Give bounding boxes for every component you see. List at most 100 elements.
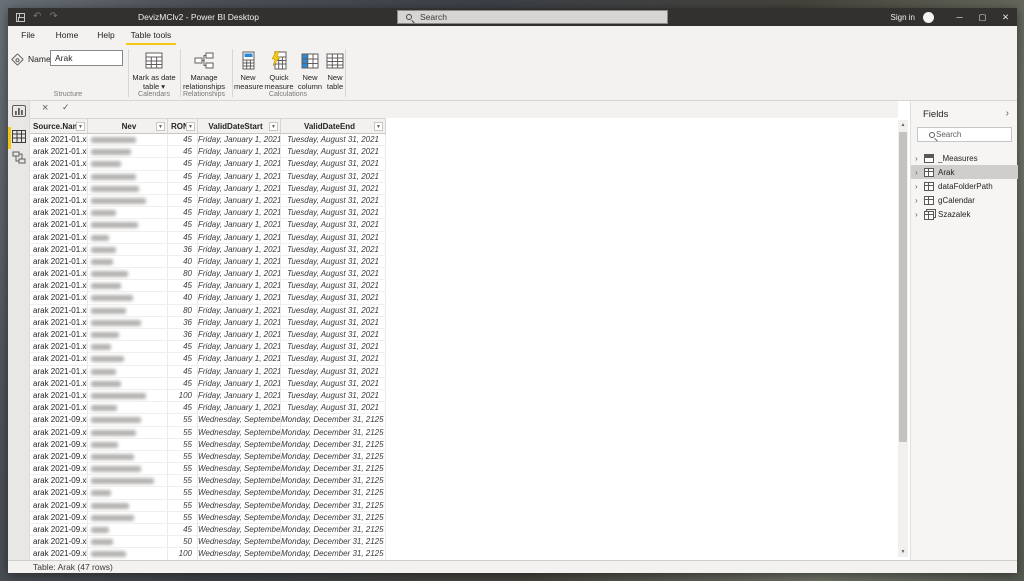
- cell-nev-redacted[interactable]: [88, 280, 168, 292]
- table-row[interactable]: arak 2021-01.xlsx 36Friday, January 1, 20…: [30, 317, 890, 329]
- close-button[interactable]: ✕: [994, 8, 1017, 26]
- commit-edit-icon[interactable]: ✓: [62, 102, 70, 113]
- cell-valid-date-start[interactable]: Wednesday, September 1, 2021: [198, 439, 281, 451]
- cell-ron[interactable]: 55: [168, 475, 198, 487]
- cell-valid-date-start[interactable]: Wednesday, September 1, 2021: [198, 512, 281, 524]
- cell-source-name[interactable]: arak 2021-01.xlsx: [30, 195, 88, 207]
- cell-ron[interactable]: 80: [168, 268, 198, 280]
- cell-ron[interactable]: 100: [168, 548, 198, 560]
- table-name-input[interactable]: [50, 50, 123, 66]
- table-row[interactable]: arak 2021-01.xlsx40Friday, January 1, 20…: [30, 256, 890, 268]
- table-row[interactable]: arak 2021-01.xlsx45Friday, January 1, 20…: [30, 134, 890, 146]
- cell-valid-date-end[interactable]: Tuesday, August 31, 2021: [281, 244, 386, 256]
- cell-valid-date-end[interactable]: Tuesday, August 31, 2021: [281, 390, 386, 402]
- cell-valid-date-start[interactable]: Friday, January 1, 2021: [198, 268, 281, 280]
- table-row[interactable]: arak 2021-09.xlsx55Wednesday, September …: [30, 500, 890, 512]
- quick-measure-button[interactable]: Quick measure: [264, 49, 294, 91]
- cell-source-name[interactable]: arak 2021-01.xlsx: [30, 305, 88, 317]
- cell-ron[interactable]: 45: [168, 280, 198, 292]
- cell-valid-date-end[interactable]: Tuesday, August 31, 2021: [281, 317, 386, 329]
- cell-valid-date-end[interactable]: Monday, December 31, 2125: [281, 548, 386, 560]
- table-row[interactable]: arak 2021-01.xlsx45Friday, January 1, 20…: [30, 366, 890, 378]
- table-row[interactable]: arak 2021-09.xlsx55Wednesday, September …: [30, 475, 890, 487]
- cell-source-name[interactable]: arak 2021-01.xlsx: [30, 219, 88, 231]
- new-table-button[interactable]: New table: [322, 49, 348, 91]
- cell-valid-date-end[interactable]: Monday, December 31, 2125: [281, 475, 386, 487]
- cell-ron[interactable]: 55: [168, 463, 198, 475]
- maximize-button[interactable]: ▢: [971, 8, 994, 26]
- cell-ron[interactable]: 45: [168, 158, 198, 170]
- cell-nev-redacted[interactable]: [88, 500, 168, 512]
- cell-valid-date-end[interactable]: Monday, December 31, 2125: [281, 512, 386, 524]
- cell-source-name[interactable]: arak 2021-01.xlsx: [30, 378, 88, 390]
- table-row[interactable]: arak 2021-01.xlsx100Friday, January 1, 2…: [30, 390, 890, 402]
- table-row[interactable]: arak 2021-01.xlsx45Friday, January 1, 20…: [30, 183, 890, 195]
- cell-source-name[interactable]: arak 2021-01.xlsx: [30, 268, 88, 280]
- cell-valid-date-start[interactable]: Friday, January 1, 2021: [198, 158, 281, 170]
- cell-valid-date-start[interactable]: Wednesday, September 1, 2021: [198, 524, 281, 536]
- cell-valid-date-end[interactable]: Tuesday, August 31, 2021: [281, 146, 386, 158]
- cell-valid-date-end[interactable]: Monday, December 31, 2125: [281, 427, 386, 439]
- cell-nev-redacted[interactable]: [88, 463, 168, 475]
- table-row[interactable]: arak 2021-01.xlsx45Friday, January 1, 20…: [30, 171, 890, 183]
- cell-valid-date-start[interactable]: Friday, January 1, 2021: [198, 317, 281, 329]
- cell-valid-date-start[interactable]: Friday, January 1, 2021: [198, 402, 281, 414]
- cell-valid-date-end[interactable]: Monday, December 31, 2125: [281, 487, 386, 499]
- table-row[interactable]: arak 2021-01.xlsx45Friday, January 1, 20…: [30, 402, 890, 414]
- field-item-measures[interactable]: ›_Measures: [911, 151, 1018, 165]
- cell-source-name[interactable]: arak 2021-01.xlsx: [30, 171, 88, 183]
- cell-source-name[interactable]: arak 2021-01.xlsx: [30, 256, 88, 268]
- cell-valid-date-start[interactable]: Friday, January 1, 2021: [198, 305, 281, 317]
- cell-nev-redacted[interactable]: [88, 512, 168, 524]
- filter-dropdown-icon[interactable]: ▼: [156, 122, 165, 131]
- cell-ron[interactable]: 45: [168, 341, 198, 353]
- cell-ron[interactable]: 40: [168, 292, 198, 304]
- cell-valid-date-start[interactable]: Wednesday, September 1, 2021: [198, 414, 281, 426]
- cell-ron[interactable]: 55: [168, 414, 198, 426]
- table-row[interactable]: arak 2021-01.xlsx45Friday, January 1, 20…: [30, 219, 890, 231]
- cell-ron[interactable]: 55: [168, 439, 198, 451]
- cell-nev-redacted[interactable]: [88, 219, 168, 231]
- cell-source-name[interactable]: arak 2021-01.xlsx: [30, 244, 88, 256]
- cell-nev-redacted[interactable]: [88, 268, 168, 280]
- cell-nev-redacted[interactable]: [88, 292, 168, 304]
- cell-source-name[interactable]: arak 2021-09.xlsx: [30, 500, 88, 512]
- cell-ron[interactable]: 45: [168, 378, 198, 390]
- table-row[interactable]: arak 2021-01.xlsx36Friday, January 1, 20…: [30, 329, 890, 341]
- new-column-button[interactable]: New column: [296, 49, 324, 91]
- cell-ron[interactable]: 40: [168, 256, 198, 268]
- collapse-pane-icon[interactable]: ›: [1006, 108, 1009, 119]
- cell-source-name[interactable]: arak 2021-09.xlsx: [30, 463, 88, 475]
- cell-valid-date-start[interactable]: Wednesday, September 1, 2021: [198, 463, 281, 475]
- cell-nev-redacted[interactable]: [88, 390, 168, 402]
- cell-ron[interactable]: 45: [168, 524, 198, 536]
- filter-dropdown-icon[interactable]: ▼: [374, 122, 383, 131]
- cell-ron[interactable]: 45: [168, 366, 198, 378]
- cell-valid-date-end[interactable]: Tuesday, August 31, 2021: [281, 158, 386, 170]
- cell-valid-date-start[interactable]: Friday, January 1, 2021: [198, 280, 281, 292]
- fields-search-box[interactable]: Search: [917, 127, 1012, 142]
- table-row[interactable]: arak 2021-09.xlsx55Wednesday, September …: [30, 427, 890, 439]
- cell-nev-redacted[interactable]: [88, 317, 168, 329]
- table-row[interactable]: arak 2021-01.xlsx45Friday, January 1, 20…: [30, 280, 890, 292]
- cell-nev-redacted[interactable]: [88, 366, 168, 378]
- cell-valid-date-start[interactable]: Wednesday, September 1, 2021: [198, 548, 281, 560]
- chevron-right-icon[interactable]: ›: [915, 168, 924, 177]
- cell-valid-date-end[interactable]: Tuesday, August 31, 2021: [281, 219, 386, 231]
- manage-relationships-button[interactable]: Manage relationships: [176, 49, 232, 91]
- table-row[interactable]: arak 2021-01.xlsx45Friday, January 1, 20…: [30, 341, 890, 353]
- table-row[interactable]: arak 2021-09.xlsx45Wednesday, September …: [30, 524, 890, 536]
- cell-ron[interactable]: 45: [168, 232, 198, 244]
- table-row[interactable]: arak 2021-09.xlsx 55Wednesday, September …: [30, 463, 890, 475]
- cell-valid-date-end[interactable]: Monday, December 31, 2125: [281, 536, 386, 548]
- cell-ron[interactable]: 36: [168, 317, 198, 329]
- cell-nev-redacted[interactable]: [88, 402, 168, 414]
- column-header-nev[interactable]: Nev▼: [88, 118, 168, 134]
- cell-valid-date-start[interactable]: Friday, January 1, 2021: [198, 244, 281, 256]
- cell-source-name[interactable]: arak 2021-01.xlsx: [30, 207, 88, 219]
- cell-valid-date-start[interactable]: Friday, January 1, 2021: [198, 329, 281, 341]
- cell-source-name[interactable]: arak 2021-01.xlsx: [30, 146, 88, 158]
- cell-valid-date-start[interactable]: Wednesday, September 1, 2021: [198, 487, 281, 499]
- cell-source-name[interactable]: arak 2021-01.xlsx: [30, 317, 88, 329]
- data-view-icon[interactable]: [12, 130, 26, 143]
